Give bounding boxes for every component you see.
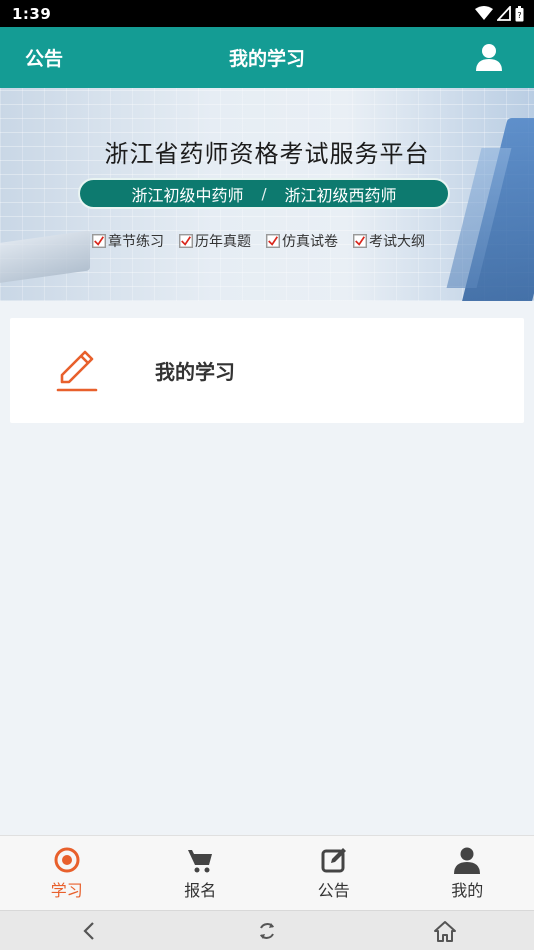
banner-check-label: 仿真试卷 [282, 234, 338, 250]
my-study-label: 我的学习 [155, 360, 235, 384]
banner-check-label: 章节练习 [108, 234, 164, 250]
banner-pill: 浙江初级中药师 / 浙江初级西药师 [78, 178, 450, 209]
banner-checks: 章节练习 历年真题 仿真试卷 考试大纲 [92, 231, 425, 251]
checkbox-icon [92, 234, 106, 248]
nav-label: 公告 [317, 880, 350, 900]
user-icon[interactable] [474, 42, 504, 72]
svg-text:?: ? [517, 11, 521, 20]
banner-pill-separator: / [261, 184, 267, 203]
status-time: 1:39 [12, 4, 52, 23]
target-icon [54, 847, 80, 872]
cart-icon [188, 849, 213, 872]
home-icon [434, 920, 456, 942]
system-nav-bar [0, 910, 534, 950]
edit-icon [321, 847, 346, 872]
rotate-button[interactable] [252, 916, 282, 946]
my-study-card[interactable]: 我的学习 [10, 318, 524, 423]
pencil-icon [56, 350, 98, 392]
nav-item-profile[interactable]: 我的 [401, 836, 534, 910]
page-title: 我的学习 [228, 48, 305, 70]
bottom-nav: 学习 报名 公告 我的 [0, 835, 534, 910]
status-icons: ? [475, 5, 524, 22]
person-icon [454, 847, 481, 874]
announcement-button[interactable]: 公告 [25, 27, 63, 88]
checkbox-icon [353, 234, 367, 248]
banner-pill-left: 浙江初级中药师 [131, 185, 244, 205]
banner-check-item: 章节练习 [92, 231, 164, 251]
banner-pill-right: 浙江初级西药师 [284, 185, 397, 205]
banner-title: 浙江省药师资格考试服务平台 [104, 140, 430, 168]
nav-label: 我的 [451, 880, 484, 900]
banner-check-label: 考试大纲 [369, 234, 425, 250]
nav-label: 学习 [50, 880, 83, 900]
banner-check-label: 历年真题 [195, 234, 251, 250]
banner-check-item: 历年真题 [179, 231, 251, 251]
nav-label: 报名 [184, 880, 217, 900]
nav-item-study[interactable]: 学习 [0, 836, 134, 910]
wifi-icon [475, 6, 493, 20]
home-button[interactable] [430, 916, 460, 946]
rotate-icon [260, 922, 274, 939]
app-bar: 公告 我的学习 [0, 27, 534, 88]
banner-check-item: 仿真试卷 [266, 231, 338, 251]
banner-check-item: 考试大纲 [353, 231, 425, 251]
back-button[interactable] [74, 916, 104, 946]
signal-icon [497, 6, 511, 21]
back-icon [83, 921, 94, 940]
checkbox-icon [266, 234, 280, 248]
battery-icon: ? [515, 5, 524, 21]
nav-item-register[interactable]: 报名 [134, 836, 268, 910]
checkbox-icon [179, 234, 193, 248]
promo-banner[interactable]: 浙江省药师资格考试服务平台 浙江初级中药师 / 浙江初级西药师 章节练习 历年真… [0, 88, 534, 301]
nav-item-announcement[interactable]: 公告 [267, 836, 401, 910]
status-bar: 1:39 ? [0, 0, 534, 27]
